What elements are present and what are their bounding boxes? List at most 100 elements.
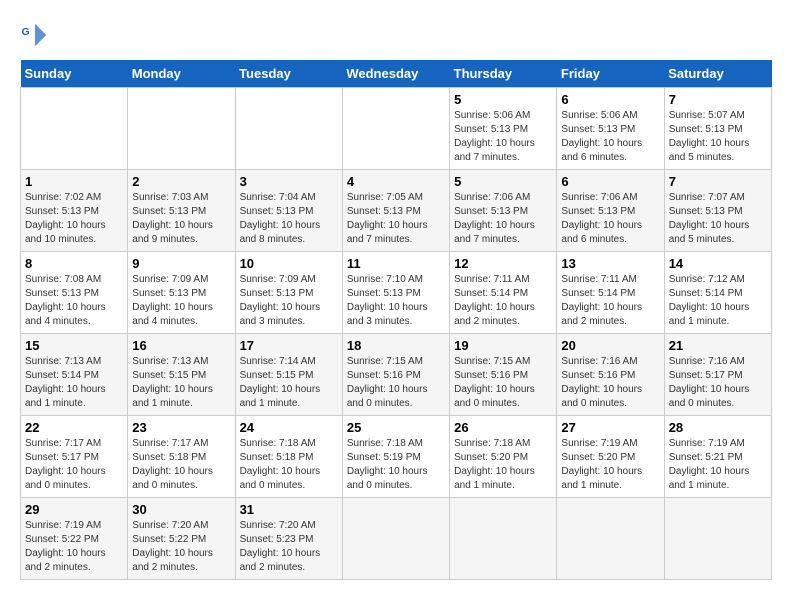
day-info: Sunrise: 7:14 AM Sunset: 5:15 PM Dayligh… [240,355,338,411]
day-info: Sunrise: 7:09 AM Sunset: 5:13 PM Dayligh… [132,273,230,329]
day-number: 5 [454,92,552,107]
day-info: Sunrise: 7:05 AM Sunset: 5:13 PM Dayligh… [347,191,445,247]
day-info: Sunrise: 7:20 AM Sunset: 5:23 PM Dayligh… [240,519,338,575]
day-info: Sunrise: 5:06 AM Sunset: 5:13 PM Dayligh… [561,109,659,165]
calendar-cell [664,498,771,580]
day-info: Sunrise: 7:19 AM Sunset: 5:22 PM Dayligh… [25,519,123,575]
day-info: Sunrise: 7:11 AM Sunset: 5:14 PM Dayligh… [561,273,659,329]
day-header-tuesday: Tuesday [235,60,342,88]
day-number: 22 [25,420,123,435]
day-number: 30 [132,502,230,517]
day-info: Sunrise: 7:15 AM Sunset: 5:16 PM Dayligh… [454,355,552,411]
calendar-cell: 26 Sunrise: 7:18 AM Sunset: 5:20 PM Dayl… [450,416,557,498]
day-header-friday: Friday [557,60,664,88]
calendar-cell: 6 Sunrise: 7:06 AM Sunset: 5:13 PM Dayli… [557,170,664,252]
calendar-cell [235,88,342,170]
day-number: 2 [132,174,230,189]
day-number: 7 [669,92,767,107]
calendar-cell: 21 Sunrise: 7:16 AM Sunset: 5:17 PM Dayl… [664,334,771,416]
day-number: 27 [561,420,659,435]
day-number: 9 [132,256,230,271]
calendar-week-row: 5 Sunrise: 5:06 AM Sunset: 5:13 PM Dayli… [21,88,772,170]
day-info: Sunrise: 7:13 AM Sunset: 5:15 PM Dayligh… [132,355,230,411]
day-number: 31 [240,502,338,517]
calendar-cell [21,88,128,170]
calendar-cell: 11 Sunrise: 7:10 AM Sunset: 5:13 PM Dayl… [342,252,449,334]
day-header-sunday: Sunday [21,60,128,88]
day-info: Sunrise: 7:11 AM Sunset: 5:14 PM Dayligh… [454,273,552,329]
day-number: 15 [25,338,123,353]
page-header: G [20,20,772,50]
calendar-week-row: 22 Sunrise: 7:17 AM Sunset: 5:17 PM Dayl… [21,416,772,498]
calendar-cell [342,498,449,580]
day-info: Sunrise: 7:18 AM Sunset: 5:19 PM Dayligh… [347,437,445,493]
day-info: Sunrise: 7:16 AM Sunset: 5:16 PM Dayligh… [561,355,659,411]
calendar-cell: 9 Sunrise: 7:09 AM Sunset: 5:13 PM Dayli… [128,252,235,334]
day-header-saturday: Saturday [664,60,771,88]
day-number: 20 [561,338,659,353]
day-number: 29 [25,502,123,517]
calendar-cell: 14 Sunrise: 7:12 AM Sunset: 5:14 PM Dayl… [664,252,771,334]
calendar-cell: 24 Sunrise: 7:18 AM Sunset: 5:18 PM Dayl… [235,416,342,498]
day-info: Sunrise: 5:06 AM Sunset: 5:13 PM Dayligh… [454,109,552,165]
calendar-cell: 4 Sunrise: 7:05 AM Sunset: 5:13 PM Dayli… [342,170,449,252]
day-info: Sunrise: 7:02 AM Sunset: 5:13 PM Dayligh… [25,191,123,247]
calendar-cell: 28 Sunrise: 7:19 AM Sunset: 5:21 PM Dayl… [664,416,771,498]
day-number: 26 [454,420,552,435]
day-info: Sunrise: 7:19 AM Sunset: 5:20 PM Dayligh… [561,437,659,493]
calendar-cell: 19 Sunrise: 7:15 AM Sunset: 5:16 PM Dayl… [450,334,557,416]
day-number: 19 [454,338,552,353]
day-info: Sunrise: 7:08 AM Sunset: 5:13 PM Dayligh… [25,273,123,329]
day-info: Sunrise: 7:04 AM Sunset: 5:13 PM Dayligh… [240,191,338,247]
day-number: 12 [454,256,552,271]
calendar-week-row: 8 Sunrise: 7:08 AM Sunset: 5:13 PM Dayli… [21,252,772,334]
day-number: 5 [454,174,552,189]
calendar-cell [342,88,449,170]
calendar-week-row: 29 Sunrise: 7:19 AM Sunset: 5:22 PM Dayl… [21,498,772,580]
calendar-cell: 22 Sunrise: 7:17 AM Sunset: 5:17 PM Dayl… [21,416,128,498]
day-info: Sunrise: 7:20 AM Sunset: 5:22 PM Dayligh… [132,519,230,575]
calendar-body: 5 Sunrise: 5:06 AM Sunset: 5:13 PM Dayli… [21,88,772,580]
calendar-cell: 12 Sunrise: 7:11 AM Sunset: 5:14 PM Dayl… [450,252,557,334]
day-info: Sunrise: 7:07 AM Sunset: 5:13 PM Dayligh… [669,191,767,247]
calendar-cell: 15 Sunrise: 7:13 AM Sunset: 5:14 PM Dayl… [21,334,128,416]
logo: G [20,20,54,50]
day-info: Sunrise: 7:12 AM Sunset: 5:14 PM Dayligh… [669,273,767,329]
day-number: 17 [240,338,338,353]
calendar-cell: 5 Sunrise: 5:06 AM Sunset: 5:13 PM Dayli… [450,88,557,170]
day-number: 24 [240,420,338,435]
day-number: 13 [561,256,659,271]
day-info: Sunrise: 7:10 AM Sunset: 5:13 PM Dayligh… [347,273,445,329]
day-header-monday: Monday [128,60,235,88]
calendar-cell: 25 Sunrise: 7:18 AM Sunset: 5:19 PM Dayl… [342,416,449,498]
day-number: 18 [347,338,445,353]
calendar-cell: 8 Sunrise: 7:08 AM Sunset: 5:13 PM Dayli… [21,252,128,334]
day-info: Sunrise: 7:16 AM Sunset: 5:17 PM Dayligh… [669,355,767,411]
day-number: 3 [240,174,338,189]
calendar-cell: 2 Sunrise: 7:03 AM Sunset: 5:13 PM Dayli… [128,170,235,252]
day-number: 14 [669,256,767,271]
calendar-cell: 10 Sunrise: 7:09 AM Sunset: 5:13 PM Dayl… [235,252,342,334]
day-info: Sunrise: 7:17 AM Sunset: 5:18 PM Dayligh… [132,437,230,493]
day-number: 23 [132,420,230,435]
day-number: 28 [669,420,767,435]
day-number: 25 [347,420,445,435]
day-number: 21 [669,338,767,353]
calendar-cell: 23 Sunrise: 7:17 AM Sunset: 5:18 PM Dayl… [128,416,235,498]
day-info: Sunrise: 7:17 AM Sunset: 5:17 PM Dayligh… [25,437,123,493]
calendar-cell: 20 Sunrise: 7:16 AM Sunset: 5:16 PM Dayl… [557,334,664,416]
calendar-cell: 13 Sunrise: 7:11 AM Sunset: 5:14 PM Dayl… [557,252,664,334]
svg-text:G: G [22,26,30,38]
day-number: 8 [25,256,123,271]
calendar-cell: 7 Sunrise: 7:07 AM Sunset: 5:13 PM Dayli… [664,170,771,252]
day-info: Sunrise: 7:06 AM Sunset: 5:13 PM Dayligh… [561,191,659,247]
day-info: Sunrise: 7:15 AM Sunset: 5:16 PM Dayligh… [347,355,445,411]
day-number: 6 [561,174,659,189]
calendar-cell: 31 Sunrise: 7:20 AM Sunset: 5:23 PM Dayl… [235,498,342,580]
calendar-cell: 6 Sunrise: 5:06 AM Sunset: 5:13 PM Dayli… [557,88,664,170]
calendar-cell: 17 Sunrise: 7:14 AM Sunset: 5:15 PM Dayl… [235,334,342,416]
calendar-cell: 18 Sunrise: 7:15 AM Sunset: 5:16 PM Dayl… [342,334,449,416]
day-info: Sunrise: 7:09 AM Sunset: 5:13 PM Dayligh… [240,273,338,329]
day-header-thursday: Thursday [450,60,557,88]
day-number: 10 [240,256,338,271]
